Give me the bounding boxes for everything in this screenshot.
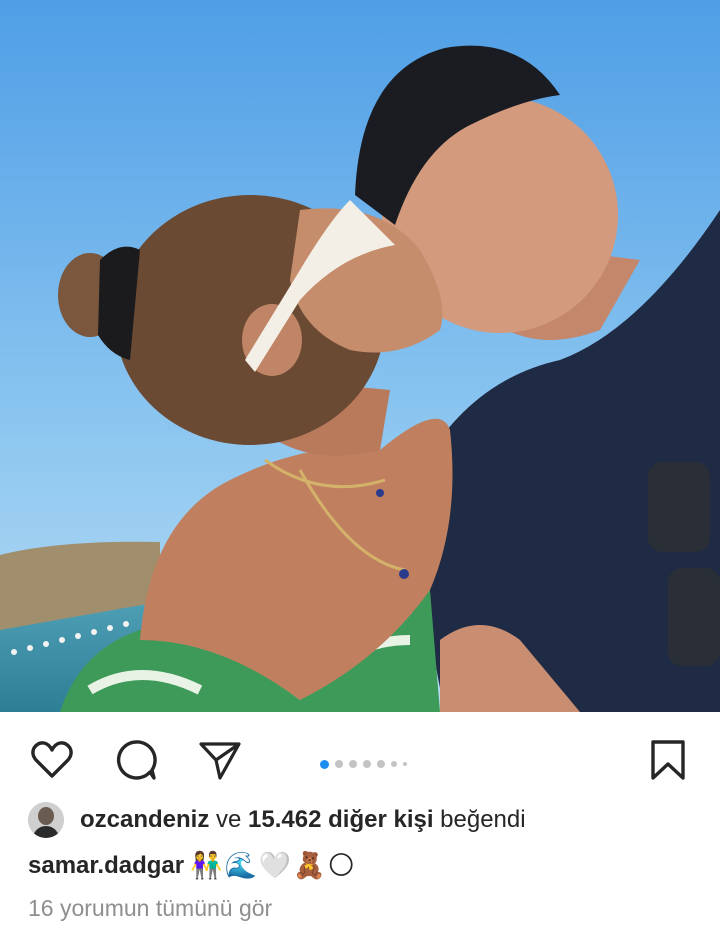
caption-text: 👫🌊🤍🧸🌕 — [190, 851, 357, 881]
carousel-dot — [349, 760, 357, 768]
heart-outline-icon[interactable] — [28, 736, 76, 784]
post-photo[interactable] — [0, 0, 720, 712]
view-all-comments-link[interactable]: 16 yorumun tümünü gör — [28, 890, 272, 926]
paper-plane-icon[interactable] — [196, 736, 244, 784]
carousel-dot — [377, 760, 385, 768]
carousel-dot — [403, 762, 407, 766]
likes-count[interactable]: 15.462 diğer kişi — [248, 806, 433, 834]
caption-username[interactable]: samar.dadgar — [28, 852, 184, 880]
comment-bubble-icon[interactable] — [112, 736, 160, 784]
post-image — [0, 0, 720, 712]
carousel-indicator — [320, 758, 407, 770]
likes-connector: ve — [209, 806, 249, 833]
bookmark-outline-icon[interactable] — [644, 736, 692, 784]
carousel-dot — [391, 761, 397, 767]
action-bar — [0, 712, 720, 798]
carousel-dot — [363, 760, 371, 768]
carousel-dot — [335, 760, 343, 768]
likes-line: ozcandeniz ve 15.462 diğer kişi beğendi — [28, 800, 526, 840]
liker-username[interactable]: ozcandeniz — [80, 806, 209, 834]
caption: samar.dadgar 👫🌊🤍🧸🌕 — [28, 846, 357, 886]
likes-suffix: beğendi — [433, 806, 526, 833]
carousel-dot — [320, 759, 329, 769]
avatar[interactable] — [28, 802, 64, 838]
